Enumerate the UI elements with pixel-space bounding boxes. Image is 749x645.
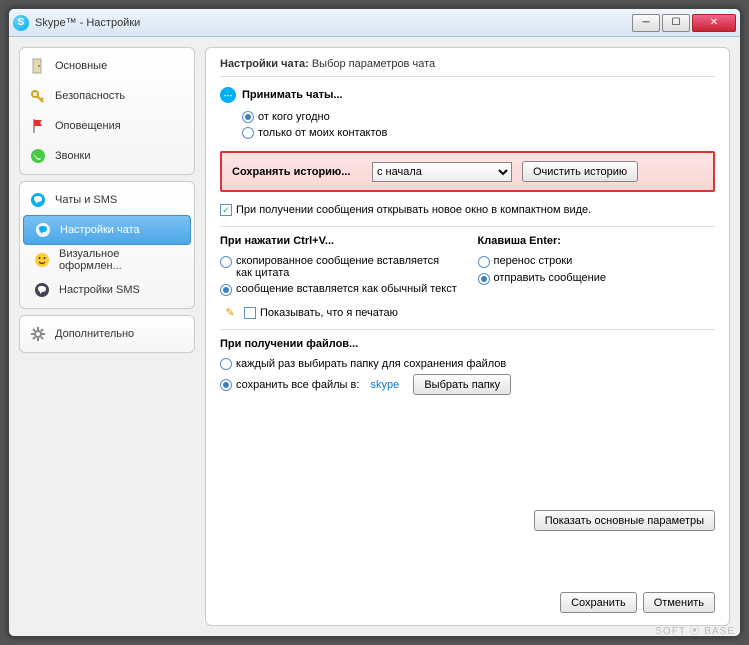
section-paste: При нажатии Ctrl+V... скопированное сооб… [220, 235, 458, 298]
panel-header: Настройки чата: Выбор параметров чата [220, 58, 715, 77]
sidebar-item-label: Звонки [55, 150, 91, 162]
accept-heading: ⋯ Принимать чаты... [220, 87, 715, 103]
checkbox-icon [244, 307, 256, 319]
sidebar-item-label: Настройки SMS [59, 284, 140, 296]
section-accept: ⋯ Принимать чаты... от кого угодно тольк… [220, 87, 715, 141]
section-files: При получении файлов... каждый раз выбир… [220, 338, 715, 397]
sidebar-item-visual[interactable]: Визуальное оформлен... [23, 245, 191, 275]
sidebar-item-label: Чаты и SMS [55, 194, 117, 206]
checkbox-icon [220, 204, 232, 216]
clear-history-button[interactable]: Очистить историю [522, 161, 638, 182]
window-title: Skype™ - Настройки [35, 17, 630, 29]
typing-indicator-row[interactable]: ✎ Показывать, что я печатаю [220, 304, 715, 321]
history-label: Сохранять историю... [232, 166, 362, 178]
cancel-button[interactable]: Отменить [643, 592, 715, 613]
history-highlight: Сохранять историю... с начала Очистить и… [220, 151, 715, 192]
phone-icon [29, 147, 47, 165]
radio-icon [220, 284, 232, 296]
sidebar-item-notifications[interactable]: Оповещения [23, 111, 191, 141]
paste-enter-row: При нажатии Ctrl+V... скопированное сооб… [220, 235, 715, 298]
sidebar-item-general[interactable]: Основные [23, 51, 191, 81]
sidebar-group-advanced: Дополнительно [19, 315, 195, 353]
titlebar[interactable]: S Skype™ - Настройки ─ ☐ ✕ [9, 9, 740, 37]
gear-icon [29, 325, 47, 343]
panel-header-bold: Настройки чата: [220, 58, 309, 70]
radio-icon [220, 358, 232, 370]
pencil-icon: ✎ [220, 306, 240, 319]
door-icon [29, 57, 47, 75]
sidebar-group-chat: Чаты и SMS Настройки чата Визуальное офо… [19, 181, 195, 309]
radio-icon [478, 273, 490, 285]
sidebar-item-calls[interactable]: Звонки [23, 141, 191, 171]
chat-bubble-icon: ⋯ [220, 87, 236, 103]
save-button[interactable]: Сохранить [560, 592, 637, 613]
sidebar-item-chat-sms[interactable]: Чаты и SMS [23, 185, 191, 215]
sidebar-item-label: Дополнительно [55, 328, 134, 340]
panel-header-rest: Выбор параметров чата [312, 58, 435, 70]
main-panel: Настройки чата: Выбор параметров чата ⋯ … [205, 47, 730, 626]
maximize-button[interactable]: ☐ [662, 14, 690, 32]
radio-icon [242, 111, 254, 123]
section-enter: Клавиша Enter: перенос строки отправить … [478, 235, 716, 298]
browse-folder-button[interactable]: Выбрать папку [413, 374, 511, 395]
sidebar-item-label: Безопасность [55, 90, 125, 102]
radio-icon [220, 256, 232, 268]
radio-paste-quote[interactable]: скопированное сообщение вставляется как … [220, 253, 458, 281]
compact-mode-check[interactable]: При получении сообщения открывать новое … [220, 202, 715, 218]
sidebar-item-advanced[interactable]: Дополнительно [23, 319, 191, 349]
key-icon [29, 87, 47, 105]
flag-icon [29, 117, 47, 135]
sidebar-item-chat-settings[interactable]: Настройки чата [23, 215, 191, 245]
history-dropdown[interactable]: с начала [372, 162, 512, 182]
files-folder-link[interactable]: skype [370, 379, 399, 391]
close-button[interactable]: ✕ [692, 14, 736, 32]
radio-enter-send[interactable]: отправить сообщение [478, 270, 716, 287]
sidebar-item-security[interactable]: Безопасность [23, 81, 191, 111]
chat-icon [29, 191, 47, 209]
sidebar-item-label: Оповещения [55, 120, 121, 132]
smiley-icon [33, 251, 51, 269]
radio-files-save[interactable]: сохранить все файлы в: skype Выбрать пап… [220, 372, 715, 397]
sidebar-item-label: Настройки чата [60, 224, 140, 236]
radio-enter-newline[interactable]: перенос строки [478, 253, 716, 270]
sidebar-item-sms-settings[interactable]: Настройки SMS [23, 275, 191, 305]
sidebar: Основные Безопасность Оповещения [19, 47, 195, 626]
radio-paste-plain[interactable]: сообщение вставляется как обычный текст [220, 281, 458, 298]
radio-files-ask[interactable]: каждый раз выбирать папку для сохранения… [220, 356, 715, 372]
sidebar-group-general: Основные Безопасность Оповещения [19, 47, 195, 175]
sidebar-item-label: Визуальное оформлен... [59, 248, 185, 272]
radio-accept-anyone[interactable]: от кого угодно [220, 109, 715, 125]
settings-window: S Skype™ - Настройки ─ ☐ ✕ Основные Безо… [8, 8, 741, 637]
radio-icon [242, 127, 254, 139]
footer-buttons: Сохранить Отменить [560, 592, 715, 613]
skype-icon: S [13, 15, 29, 31]
chat-settings-icon [34, 221, 52, 239]
radio-accept-contacts[interactable]: только от моих контактов [220, 125, 715, 141]
radio-icon [220, 379, 232, 391]
sms-icon [33, 281, 51, 299]
show-basic-button[interactable]: Показать основные параметры [534, 510, 715, 531]
content: Основные Безопасность Оповещения [9, 37, 740, 636]
sidebar-item-label: Основные [55, 60, 107, 72]
radio-icon [478, 256, 490, 268]
minimize-button[interactable]: ─ [632, 14, 660, 32]
